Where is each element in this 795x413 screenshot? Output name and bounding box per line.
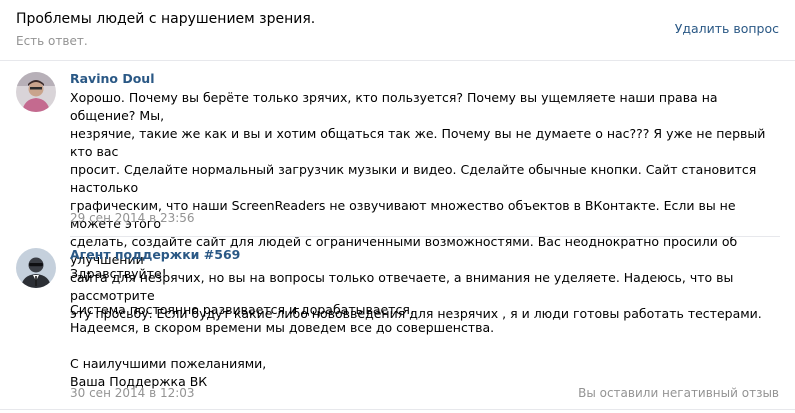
footer-divider	[0, 409, 795, 410]
header-divider	[0, 60, 795, 61]
agent-author-name: Агент поддержки #569	[70, 247, 241, 262]
question-status: Есть ответ.	[16, 34, 88, 48]
question-title: Проблемы людей с нарушением зрения.	[16, 11, 316, 27]
message-line: просит. Сделайте нормальный загрузчик му…	[70, 162, 757, 195]
message-line: Надеемся, в скором времени мы доведем вс…	[70, 320, 495, 335]
agent-message-date: 30 сен 2014 в 12:03	[70, 386, 195, 400]
user-message: Ravino Doul Хорошо. Почему вы берёте тол…	[0, 68, 795, 321]
message-line: Хорошо. Почему вы берёте только зрячих, …	[70, 90, 718, 123]
agent-message-text: Здравствуйте! Система постоянно развивае…	[70, 265, 780, 391]
agent-avatar	[16, 248, 56, 288]
user-author-name[interactable]: Ravino Doul	[70, 71, 154, 86]
feedback-status: Вы оставили негативный отзыв	[578, 386, 779, 400]
question-header: Проблемы людей с нарушением зрения. Есть…	[0, 0, 795, 60]
delete-question-link[interactable]: Удалить вопрос	[675, 21, 779, 36]
support-message: Агент поддержки #569 Здравствуйте! Систе…	[0, 244, 795, 406]
message-line: С наилучшими пожеланиями,	[70, 356, 267, 371]
message-line: Здравствуйте!	[70, 266, 167, 281]
message-divider	[70, 236, 780, 237]
user-message-date: 29 сен 2014 в 23:56	[70, 211, 195, 225]
message-line: незрячие, такие же как и вы и хотим обща…	[70, 126, 766, 159]
message-line: Система постоянно развивается и дорабаты…	[70, 302, 414, 317]
user-avatar[interactable]	[16, 72, 56, 112]
